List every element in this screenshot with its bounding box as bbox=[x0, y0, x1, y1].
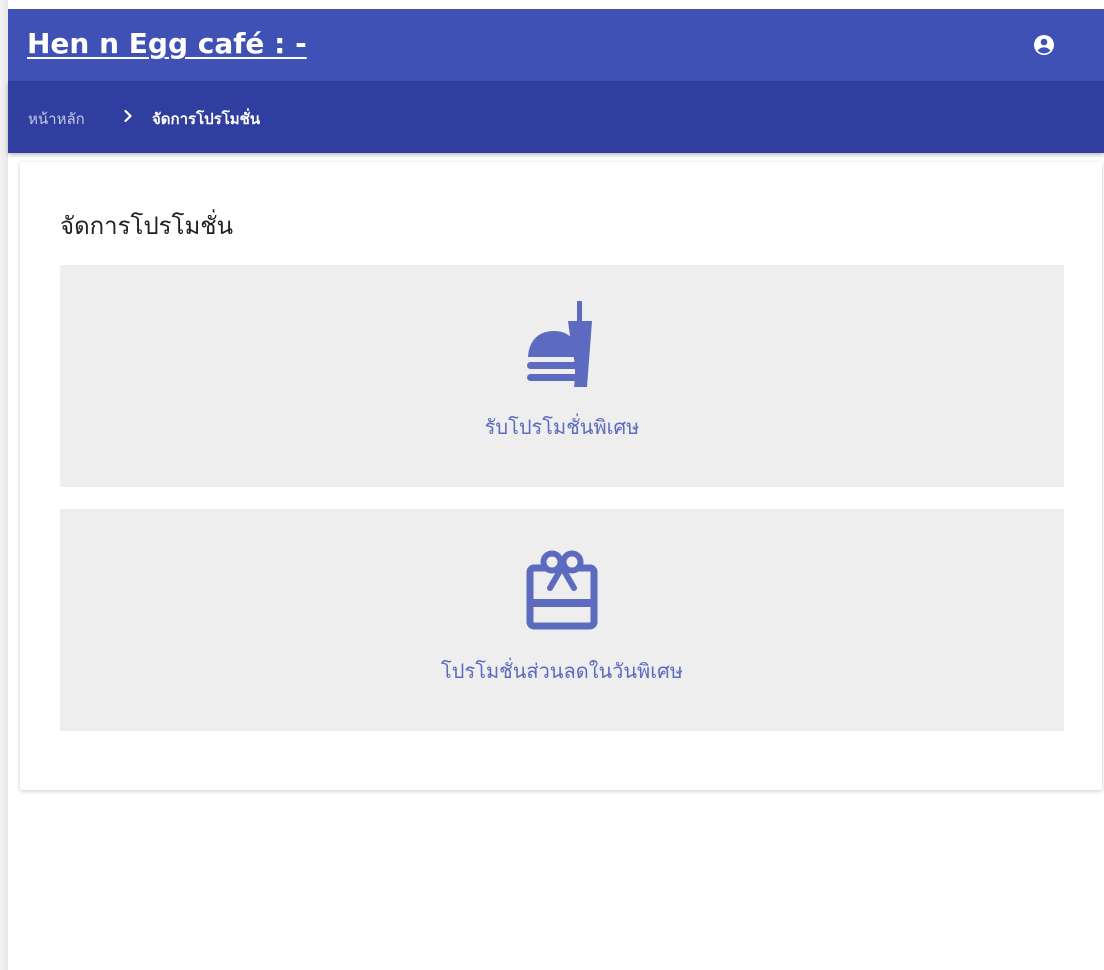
special-day-discount-label: โปรโมชั่นส่วนลดในวันพิเศษ bbox=[441, 659, 683, 683]
breadcrumb-current: จัดการโปรโมชั่น bbox=[152, 110, 261, 128]
card-giftcard-icon bbox=[512, 541, 612, 641]
page-title: จัดการโปรโมชั่น bbox=[60, 212, 233, 240]
fastfood-icon bbox=[512, 297, 612, 397]
breadcrumb: หน้าหลัก จัดการโปรโมชั่น bbox=[8, 81, 1104, 153]
special-promotion-tile[interactable]: รับโปรโมชั่นพิเศษ bbox=[60, 265, 1064, 487]
breadcrumb-home-link[interactable]: หน้าหลัก bbox=[28, 107, 85, 131]
top-strip bbox=[8, 0, 1104, 9]
account-circle-icon[interactable] bbox=[1032, 33, 1056, 57]
special-promotion-label: รับโปรโมชั่นพิเศษ bbox=[484, 415, 640, 439]
app-title-link[interactable]: Hen n Egg café : - bbox=[27, 27, 307, 60]
chevron-right-icon bbox=[120, 108, 136, 124]
promotion-card: จัดการโปรโมชั่น รับโปรโมชั่นพิเศษ โปรโมช… bbox=[20, 162, 1102, 790]
page-left-edge bbox=[0, 0, 8, 970]
app-bar: Hen n Egg café : - bbox=[8, 9, 1104, 81]
special-day-discount-tile[interactable]: โปรโมชั่นส่วนลดในวันพิเศษ bbox=[60, 509, 1064, 731]
